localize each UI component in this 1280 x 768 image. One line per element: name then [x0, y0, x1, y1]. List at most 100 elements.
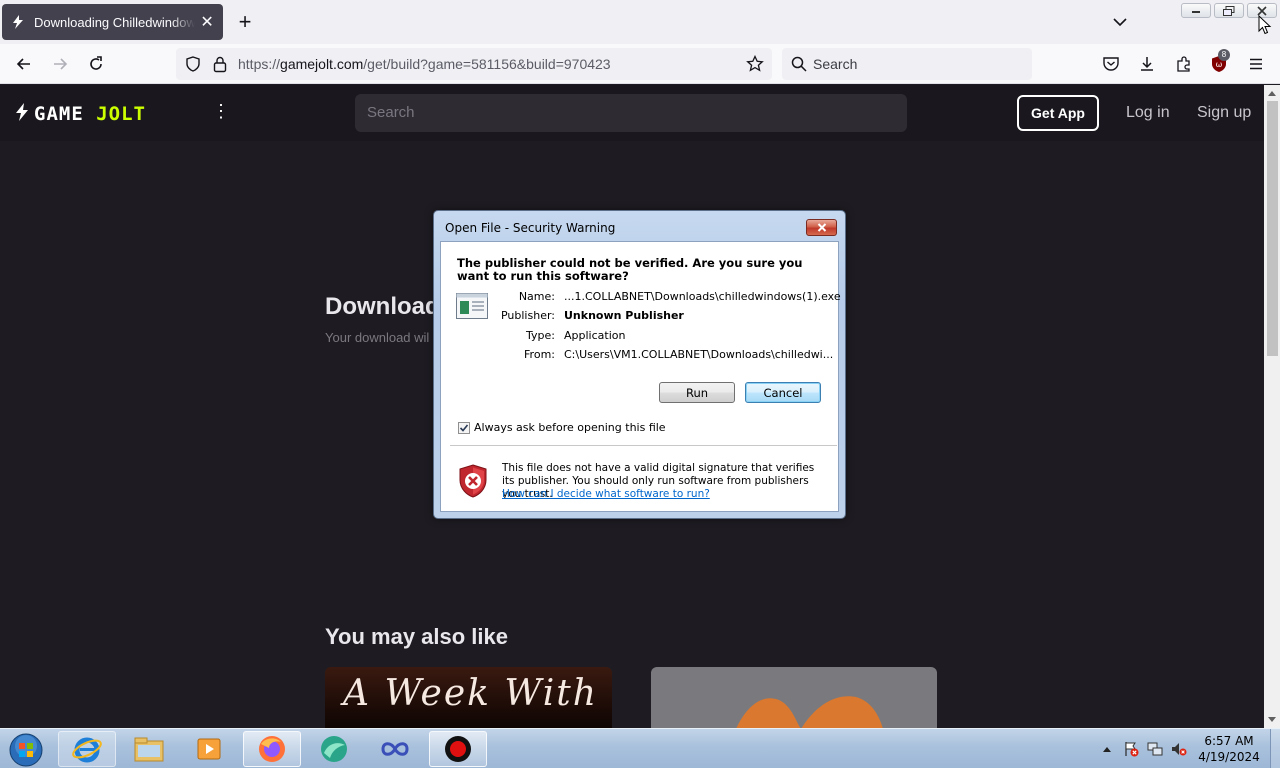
dialog-heading: The publisher could not be verified. Are… — [457, 256, 803, 283]
dialog-close-button[interactable] — [806, 219, 837, 236]
scrollbar-thumb[interactable] — [1267, 101, 1278, 356]
name-value: ...1.COLLABNET\Downloads\chilledwindows(… — [564, 290, 841, 303]
get-app-button[interactable]: Get App — [1017, 95, 1099, 131]
list-all-tabs-chevron-icon[interactable] — [1110, 12, 1130, 32]
run-button[interactable]: Run — [659, 382, 735, 403]
taskbar-clock[interactable]: 6:57 AM 4/19/2024 — [1192, 733, 1266, 765]
firefox-icon — [259, 736, 285, 762]
action-center-flag-icon[interactable] — [1123, 741, 1139, 757]
always-ask-label[interactable]: Always ask before opening this file — [474, 421, 666, 434]
bookmark-star-icon[interactable] — [746, 54, 764, 78]
windows-taskbar: 6:57 AM 4/19/2024 — [0, 728, 1280, 768]
scroll-up-arrow-icon[interactable] — [1264, 85, 1280, 101]
record-icon — [445, 736, 471, 762]
pocket-icon[interactable] — [1101, 54, 1121, 74]
site-header: GAME JOLT ⋮ Search Get App Log in Sign u… — [0, 85, 1264, 141]
green-app-icon — [321, 736, 347, 762]
taskbar-internet-explorer[interactable] — [58, 731, 116, 767]
folder-icon — [134, 737, 164, 762]
tab-close-icon[interactable]: ✕ — [199, 12, 215, 32]
logo-text: GAME JOLT — [34, 103, 146, 125]
infinity-app-icon — [381, 742, 409, 756]
red-shield-x-icon — [458, 464, 488, 498]
download-title: Download — [325, 293, 440, 320]
url-host: gamejolt.com — [280, 56, 364, 72]
mouse-cursor-icon — [1258, 14, 1272, 35]
show-desktop-button[interactable] — [1270, 729, 1280, 768]
always-ask-checkbox[interactable] — [458, 422, 470, 434]
restore-window-button[interactable] — [1214, 3, 1244, 18]
gamejolt-favicon-icon — [10, 14, 26, 30]
back-arrow-icon[interactable] — [14, 54, 34, 74]
taskbar-firefox[interactable] — [243, 731, 301, 767]
type-label: Type: — [526, 329, 555, 342]
browser-search-placeholder: Search — [813, 56, 858, 72]
network-icon[interactable] — [1147, 741, 1163, 757]
checkmark-icon — [459, 424, 469, 432]
name-label: Name: — [518, 290, 555, 303]
game-card[interactable]: A Week With — [325, 667, 612, 729]
publisher-value: Unknown Publisher — [564, 309, 684, 322]
from-label: From: — [524, 348, 555, 361]
security-warning-dialog: Open File - Security Warning The publish… — [433, 210, 846, 519]
search-icon — [791, 56, 807, 77]
game-card-artwork — [736, 696, 883, 729]
page-scrollbar[interactable] — [1264, 85, 1280, 728]
login-link[interactable]: Log in — [1126, 104, 1170, 122]
taskbar-app-green[interactable] — [305, 731, 363, 767]
download-subtitle: Your download wil — [325, 330, 430, 345]
signup-link[interactable]: Sign up — [1197, 104, 1251, 122]
close-icon — [817, 223, 826, 232]
browser-search-bar[interactable]: Search — [782, 48, 1032, 80]
type-value: Application — [564, 329, 626, 342]
downloads-icon[interactable] — [1137, 54, 1157, 74]
you-may-also-like-heading: You may also like — [325, 624, 509, 649]
url-prefix: https:// — [238, 56, 281, 72]
taskbar-app-infinity[interactable] — [366, 731, 424, 767]
new-tab-button[interactable]: + — [234, 11, 256, 33]
cancel-button[interactable]: Cancel — [745, 382, 821, 403]
internet-explorer-icon — [72, 737, 102, 763]
url-bar[interactable]: https://gamejolt.com/get/build?game=5811… — [176, 48, 772, 80]
dialog-divider — [450, 445, 837, 446]
browser-tab-active[interactable]: Downloading Chilledwindows.exe ✕ — [2, 4, 223, 40]
clock-time: 6:57 AM — [1204, 734, 1254, 748]
site-search-placeholder: Search — [367, 104, 415, 121]
tab-title: Downloading Chilledwindows.exe — [34, 14, 196, 30]
tracking-protection-shield-icon[interactable] — [184, 55, 202, 78]
site-search-input[interactable]: Search — [355, 94, 907, 132]
game-card[interactable] — [651, 667, 937, 729]
reload-icon[interactable] — [86, 54, 106, 74]
ublock-count-badge: 8 — [1218, 49, 1230, 61]
logo-jolt-text: JOLT — [96, 103, 146, 125]
minimize-window-button[interactable] — [1181, 3, 1211, 18]
url-path: /get/build?game=581156&build=970423 — [363, 56, 611, 72]
help-link[interactable]: How can I decide what software to run? — [502, 488, 710, 500]
logo-game-text: GAME — [34, 103, 84, 125]
gamejolt-logo[interactable]: GAME JOLT — [14, 102, 146, 126]
browser-tab-bar: Downloading Chilledwindows.exe ✕ + — [0, 0, 1280, 44]
more-options-icon[interactable]: ⋮ — [212, 101, 230, 123]
from-value: C:\Users\VM1.COLLABNET\Downloads\chilled… — [564, 348, 834, 361]
bolt-icon — [14, 102, 30, 126]
show-hidden-icons-arrow-icon[interactable] — [1099, 741, 1115, 757]
start-button[interactable] — [6, 731, 46, 768]
media-player-icon — [197, 738, 221, 760]
publisher-label: Publisher: — [500, 309, 555, 322]
extensions-puzzle-icon[interactable] — [1174, 54, 1194, 74]
hamburger-menu-icon[interactable] — [1246, 54, 1266, 74]
taskbar-screen-recorder[interactable] — [429, 731, 487, 767]
game-card-artwork-text: A Week With — [343, 673, 598, 714]
taskbar-media-player[interactable] — [180, 731, 238, 767]
volume-muted-icon[interactable] — [1171, 741, 1187, 757]
taskbar-file-explorer[interactable] — [120, 731, 178, 767]
scroll-down-arrow-icon[interactable] — [1264, 712, 1280, 728]
dialog-body: The publisher could not be verified. Are… — [440, 241, 841, 512]
svg-text:ω: ω — [1216, 60, 1223, 69]
forward-arrow-icon[interactable] — [50, 54, 70, 74]
dialog-title: Open File - Security Warning — [445, 221, 616, 235]
lock-icon[interactable] — [212, 55, 228, 78]
browser-nav-bar: https://gamejolt.com/get/build?game=5811… — [0, 44, 1280, 84]
clock-date: 4/19/2024 — [1198, 750, 1260, 764]
url-text: https://gamejolt.com/get/build?game=5811… — [238, 56, 611, 72]
